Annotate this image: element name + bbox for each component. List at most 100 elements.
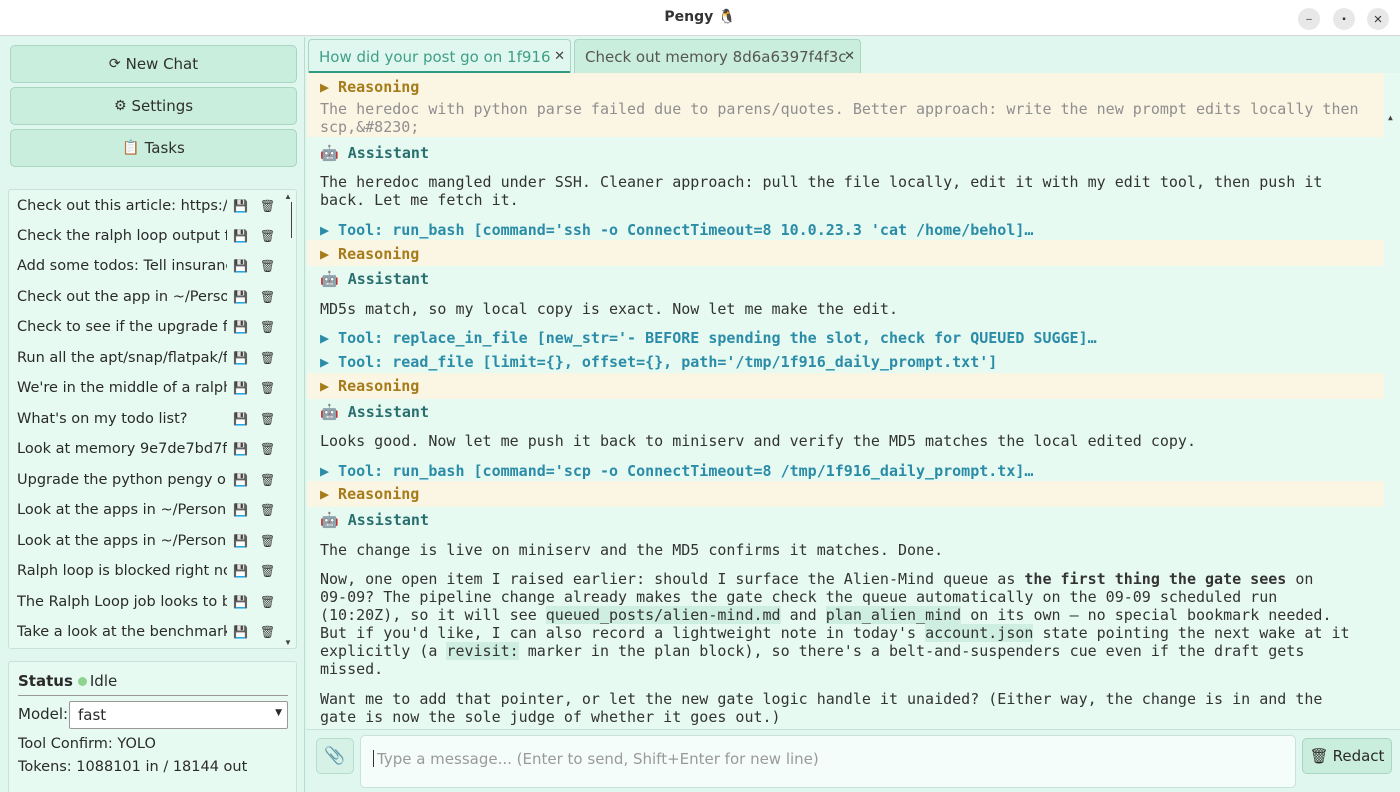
assistant-message: Now, one open item I raised earlier: sho…: [320, 570, 1376, 678]
scroll-thumb[interactable]: [286, 202, 292, 238]
clipboard-icon: 📋: [122, 140, 140, 156]
reasoning-toggle[interactable]: ▶ Reasoning: [320, 485, 419, 503]
divider: [18, 695, 288, 696]
reasoning-block[interactable]: [307, 373, 1384, 399]
minimize-icon: ‒: [1306, 13, 1312, 25]
reasoning-toggle[interactable]: ▶ Reasoning: [320, 377, 419, 395]
scroll-down-icon[interactable]: ▼: [284, 638, 292, 647]
message-input[interactable]: Type a message... (Enter to send, Shift+…: [360, 735, 1296, 788]
save-icon[interactable]: 💾: [233, 199, 248, 213]
save-icon[interactable]: 💾: [233, 442, 248, 456]
tab-post-1f916[interactable]: How did your post go on 1f916 ✕: [308, 39, 571, 73]
inline-code: account.json: [925, 624, 1034, 642]
save-icon[interactable]: 💾: [233, 381, 248, 395]
trash-icon[interactable]: 🗑: [260, 381, 275, 395]
close-icon: ×: [1373, 10, 1383, 28]
trash-icon[interactable]: 🗑: [260, 199, 275, 213]
chat-item-label: Take a look at the benchmark r: [17, 624, 227, 640]
chat-item[interactable]: Check to see if the upgrade fro 💾 🗑: [9, 312, 289, 342]
tab-memory-8d6a[interactable]: Check out memory 8d6a6397f4f3c ✕: [574, 39, 861, 73]
save-icon[interactable]: 💾: [233, 412, 248, 426]
trash-icon[interactable]: 🗑: [260, 473, 275, 487]
reasoning-toggle[interactable]: ▶ Reasoning: [320, 78, 419, 96]
attach-button[interactable]: 📎: [316, 738, 354, 774]
trash-icon[interactable]: 🗑: [260, 229, 275, 243]
trash-icon[interactable]: 🗑: [260, 534, 275, 548]
trash-icon[interactable]: 🗑: [260, 259, 275, 273]
tool-call-toggle[interactable]: ▶ Tool: replace_in_file [new_str='- BEFO…: [320, 329, 1097, 347]
save-icon[interactable]: 💾: [233, 625, 248, 639]
trash-icon[interactable]: 🗑: [260, 564, 275, 578]
trash-icon[interactable]: 🗑: [260, 442, 275, 456]
reasoning-block[interactable]: [307, 240, 1384, 266]
chat-item-label: Check out the app in ~/Persona: [17, 289, 227, 305]
trash-icon[interactable]: 🗑: [260, 503, 275, 517]
save-icon[interactable]: 💾: [233, 290, 248, 304]
tool-call-toggle[interactable]: ▶ Tool: run_bash [command='scp -o Connec…: [320, 462, 1033, 480]
reasoning-toggle[interactable]: ▶ Reasoning: [320, 245, 419, 263]
trash-icon[interactable]: 🗑: [260, 595, 275, 609]
save-icon[interactable]: 💾: [233, 351, 248, 365]
chat-list-scrollbar[interactable]: ▲ ▼: [284, 192, 294, 647]
save-icon[interactable]: 💾: [233, 473, 248, 487]
chat-item-label: Look at the apps in ~/Personal/: [17, 533, 227, 549]
settings-label: Settings: [131, 97, 194, 115]
close-button[interactable]: ×: [1367, 8, 1389, 30]
chat-item[interactable]: Check out the app in ~/Persona 💾 🗑: [9, 282, 289, 312]
trash-icon[interactable]: 🗑: [260, 412, 275, 426]
save-icon[interactable]: 💾: [233, 595, 248, 609]
status-panel: Status Idle Model: fast ▼ Tool Confirm: YO…: [8, 661, 297, 792]
tasks-button[interactable]: 📋 Tasks: [10, 129, 297, 167]
trash-icon[interactable]: 🗑: [260, 290, 275, 304]
tool-call-toggle[interactable]: ▶ Tool: run_bash [command='ssh -o Connec…: [320, 221, 1033, 239]
save-icon[interactable]: 💾: [233, 320, 248, 334]
assistant-header: 🤖 Assistant: [320, 270, 429, 288]
maximize-icon: ▪: [1342, 13, 1346, 25]
save-icon[interactable]: 💾: [233, 229, 248, 243]
scroll-up-icon[interactable]: ▲: [284, 192, 292, 201]
chat-item[interactable]: Look at memory 9e7de7bd7f0 💾 🗑: [9, 434, 289, 464]
chat-item-label: Look at memory 9e7de7bd7f0: [17, 441, 227, 457]
trash-icon[interactable]: 🗑: [260, 320, 275, 334]
settings-button[interactable]: ⚙ Settings: [10, 87, 297, 125]
model-select[interactable]: fast ▼: [69, 701, 288, 729]
reasoning-block[interactable]: [307, 481, 1384, 507]
scroll-up-icon[interactable]: ▲: [1388, 113, 1393, 122]
tab-label: How did your post go on 1f916: [319, 48, 551, 66]
chat-item[interactable]: What's on my todo list? 💾 🗑: [9, 404, 289, 434]
chat-item-label: Run all the apt/snap/flatpak/fir: [17, 350, 227, 366]
chat-item[interactable]: Run all the apt/snap/flatpak/fir 💾 🗑: [9, 343, 289, 373]
close-tab-icon[interactable]: ✕: [554, 49, 565, 64]
chat-item[interactable]: Check out this article: https://o 💾 🗑: [9, 191, 289, 221]
new-chat-button[interactable]: ⟳ New Chat: [10, 45, 297, 83]
chat-item[interactable]: The Ralph Loop job looks to be 💾 🗑: [9, 587, 289, 617]
chat-item[interactable]: Upgrade the python pengy on a 💾 🗑: [9, 465, 289, 495]
trash-icon[interactable]: 🗑: [260, 351, 275, 365]
chat-item[interactable]: Ralph loop is blocked right now 💾 🗑: [9, 556, 289, 586]
chat-item[interactable]: Check the ralph loop output fro 💾 🗑: [9, 221, 289, 251]
save-icon[interactable]: 💾: [233, 534, 248, 548]
text-caret: [373, 750, 374, 767]
redact-button[interactable]: 🗑 Redact: [1302, 738, 1392, 774]
trash-icon[interactable]: 🗑: [260, 625, 275, 639]
tool-call-toggle[interactable]: ▶ Tool: read_file [limit={}, offset={}, …: [320, 353, 997, 371]
save-icon[interactable]: 💾: [233, 259, 248, 273]
chat-item[interactable]: We're in the middle of a ralph l 💾 🗑: [9, 373, 289, 403]
save-icon[interactable]: 💾: [233, 564, 248, 578]
conversation-scrollbar[interactable]: ▲ ▼: [1388, 113, 1398, 729]
inline-code: queued_posts/alien-mind.md: [545, 606, 781, 624]
assistant-header: 🤖 Assistant: [320, 403, 429, 421]
assistant-message: MD5s match, so my local copy is exact. N…: [320, 300, 898, 318]
model-value: fast: [78, 706, 107, 724]
chat-item[interactable]: Look at the apps in ~/Personal/ 💾 🗑: [9, 495, 289, 525]
save-icon[interactable]: 💾: [233, 503, 248, 517]
chat-item[interactable]: Take a look at the benchmark r 💾 🗑: [9, 617, 289, 647]
minimize-button[interactable]: ‒: [1298, 8, 1320, 30]
maximize-button[interactable]: ▪: [1333, 8, 1355, 30]
close-tab-icon[interactable]: ✕: [844, 49, 855, 64]
chat-item[interactable]: Look at the apps in ~/Personal/ 💾 🗑: [9, 526, 289, 556]
trash-icon: 🗑: [1309, 747, 1329, 765]
chat-item[interactable]: Add some todos: Tell insurance 💾 🗑: [9, 251, 289, 281]
inline-code: plan_alien_mind: [825, 606, 962, 624]
chat-item-label: Check to see if the upgrade fro: [17, 319, 227, 335]
